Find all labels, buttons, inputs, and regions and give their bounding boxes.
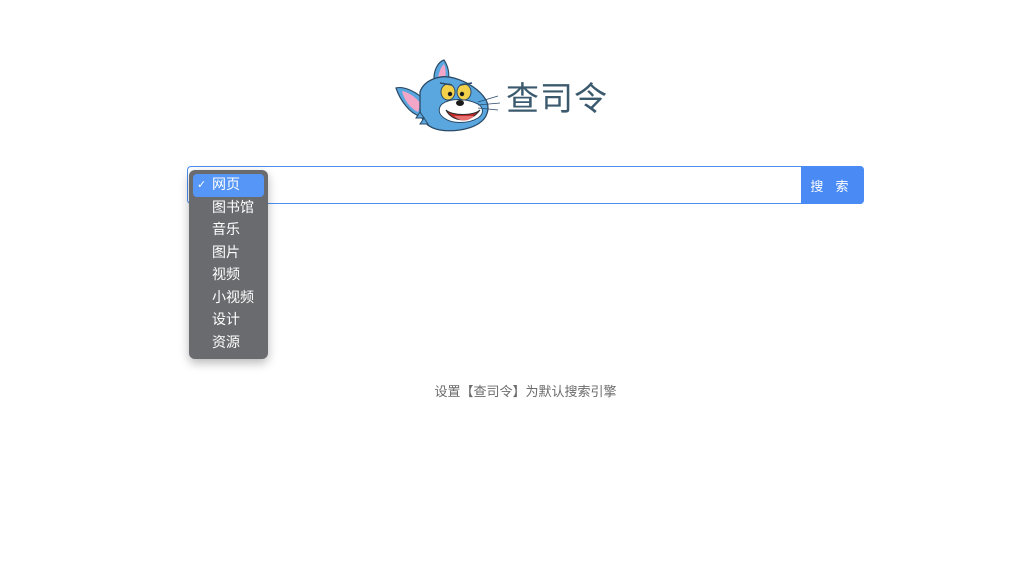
category-option-label: 视频 [212,267,240,283]
category-option-images[interactable]: 图片 [193,242,264,265]
check-icon: ✓ [197,178,207,191]
category-option-label: 设计 [212,312,240,328]
category-option-music[interactable]: 音乐 [193,219,264,242]
search-home-page: 查司令 搜 索 ✓ 网页 图书馆 音乐 图片 视频 小视频 设计 资源 设置【查… [0,0,1024,571]
set-default-engine-container: 设置【查司令】为默认搜索引擎 [0,381,1024,400]
category-option-resources[interactable]: 资源 [193,332,264,355]
tom-cat-mascot-icon [395,59,501,132]
category-option-label: 网页 [212,177,240,193]
category-option-label: 图片 [212,244,240,261]
search-bar: 搜 索 [187,166,864,205]
site-logo[interactable]: 查司令 [390,56,630,138]
category-option-label: 资源 [212,334,240,351]
search-category-dropdown[interactable]: ✓ 网页 图书馆 音乐 图片 视频 小视频 设计 资源 [189,170,268,359]
category-option-short-video[interactable]: 小视频 [193,287,264,310]
search-button[interactable]: 搜 索 [801,166,864,204]
category-option-web[interactable]: ✓ 网页 [193,174,264,197]
category-option-design[interactable]: 设计 [193,309,264,332]
category-option-library[interactable]: 图书馆 [193,197,264,220]
search-input[interactable] [276,167,800,205]
category-option-label: 音乐 [212,222,240,238]
set-default-engine-link[interactable]: 设置【查司令】为默认搜索引擎 [434,385,616,400]
site-title: 查司令 [506,79,608,118]
category-option-video[interactable]: 视频 [193,264,264,287]
category-option-label: 图书馆 [212,199,254,216]
category-option-label: 小视频 [212,289,254,306]
